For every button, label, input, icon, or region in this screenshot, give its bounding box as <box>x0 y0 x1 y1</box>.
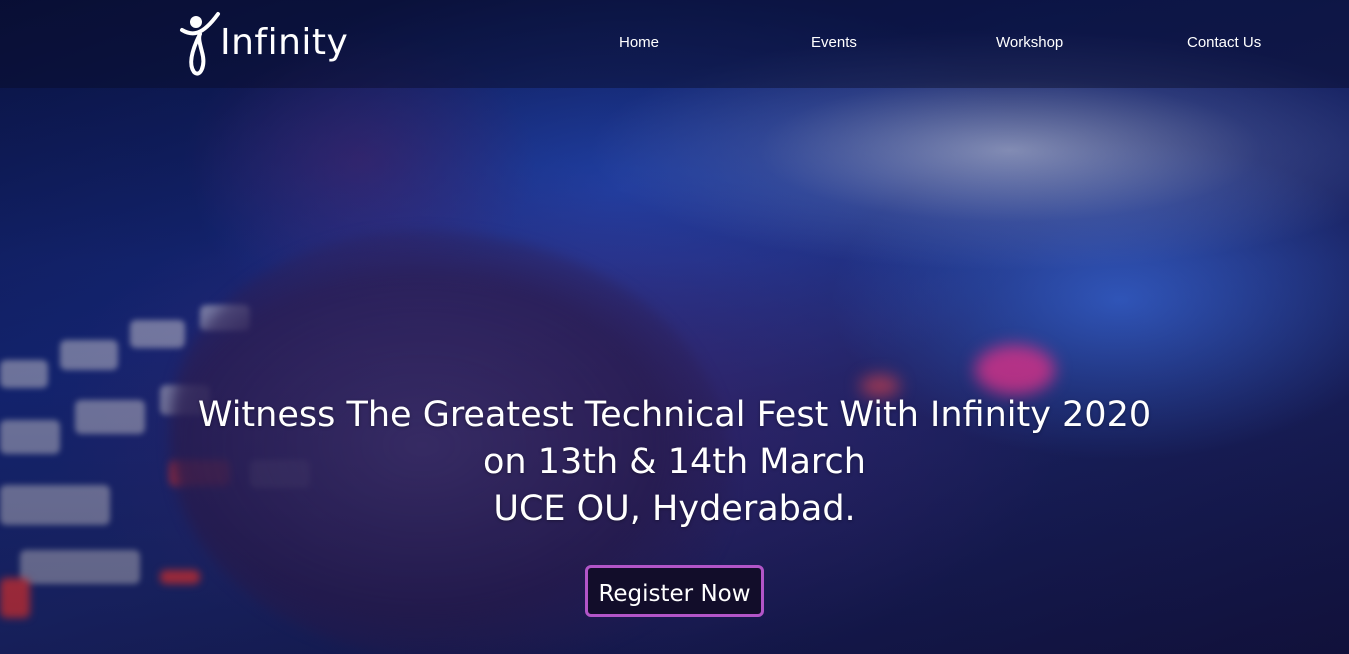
hero-line-2: on 13th & 14th March <box>483 442 866 482</box>
hero-section: Infinity Home Events Workshop Contact Us… <box>0 0 1349 654</box>
register-now-button[interactable]: Register Now <box>585 565 764 617</box>
nav-events[interactable]: Events <box>811 34 857 51</box>
nav-home[interactable]: Home <box>619 34 659 51</box>
nav-workshop[interactable]: Workshop <box>996 34 1063 51</box>
brand-logo[interactable]: Infinity <box>178 6 348 78</box>
hero-headline: Witness The Greatest Technical Fest With… <box>0 392 1349 533</box>
infinity-figure-logo-icon <box>180 12 220 76</box>
hero-line-1: Witness The Greatest Technical Fest With… <box>197 395 1152 435</box>
hero-content: Witness The Greatest Technical Fest With… <box>0 392 1349 617</box>
nav-contact-us[interactable]: Contact Us <box>1187 34 1261 51</box>
top-navbar: Infinity Home Events Workshop Contact Us <box>0 0 1349 88</box>
brand-name: Infinity <box>220 21 349 63</box>
hero-line-3: UCE OU, Hyderabad. <box>493 489 856 529</box>
